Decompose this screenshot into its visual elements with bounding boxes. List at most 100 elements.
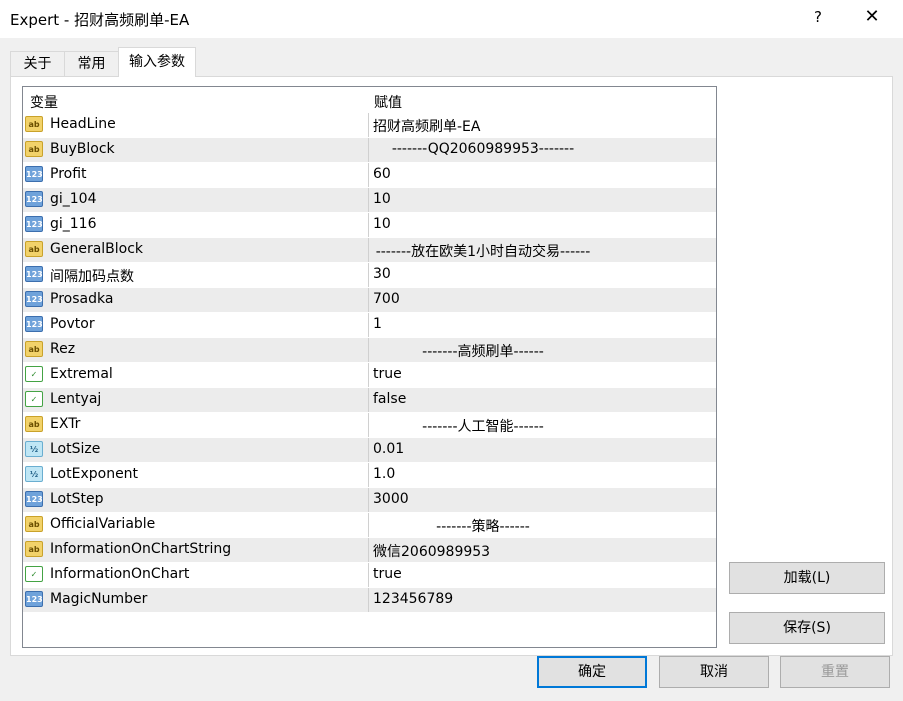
param-name: MagicNumber xyxy=(50,591,148,607)
param-name-cell[interactable]: ½ LotExponent xyxy=(23,463,369,487)
tab-inputs[interactable]: 输入参数 xyxy=(118,47,196,77)
param-value[interactable]: -------QQ2060989953------- xyxy=(368,141,598,157)
param-value[interactable]: -------高频刷单------ xyxy=(368,341,598,361)
param-value[interactable]: true xyxy=(373,566,402,582)
param-value[interactable]: 700 xyxy=(373,291,400,307)
param-name-cell[interactable]: ab BuyBlock xyxy=(23,138,369,162)
param-value[interactable]: 123456789 xyxy=(373,591,453,607)
param-value-cell[interactable]: -------策略------ xyxy=(368,513,716,537)
param-value[interactable]: 0.01 xyxy=(373,441,404,457)
param-value-cell[interactable]: 3000 xyxy=(368,488,716,512)
param-value-cell[interactable]: 10 xyxy=(368,213,716,237)
param-value[interactable]: 1.0 xyxy=(373,466,395,482)
table-row[interactable]: ½ LotExponent 1.0 xyxy=(23,462,716,487)
watermark-logo xyxy=(780,652,890,696)
param-name-cell[interactable]: 123 Prosadka xyxy=(23,288,369,312)
param-value-cell[interactable]: true xyxy=(368,363,716,387)
table-row[interactable]: ab HeadLine 招财高频刷单-EA xyxy=(23,112,716,137)
help-button[interactable]: ? xyxy=(808,8,828,26)
param-name-cell[interactable]: 123 LotStep xyxy=(23,488,369,512)
param-value[interactable]: 30 xyxy=(373,266,391,282)
param-name-cell[interactable]: 123 Povtor xyxy=(23,313,369,337)
param-name-cell[interactable]: ab GeneralBlock xyxy=(23,238,369,262)
param-value-cell[interactable]: 微信2060989953 xyxy=(368,538,716,562)
table-row[interactable]: 123 Profit 60 xyxy=(23,162,716,187)
param-name-cell[interactable]: 123 gi_116 xyxy=(23,213,369,237)
cancel-button[interactable]: 取消 xyxy=(659,656,769,688)
param-value-cell[interactable]: -------放在欧美1小时自动交易------ xyxy=(368,238,716,262)
param-value[interactable]: false xyxy=(373,391,406,407)
table-row[interactable]: 123 Povtor 1 xyxy=(23,312,716,337)
param-value-cell[interactable]: false xyxy=(368,388,716,412)
table-row[interactable]: 123 MagicNumber 123456789 xyxy=(23,587,716,612)
param-value-cell[interactable]: 123456789 xyxy=(368,588,716,612)
param-name-cell[interactable]: ab InformationOnChartString xyxy=(23,538,369,562)
param-value-cell[interactable]: -------QQ2060989953------- xyxy=(368,138,716,162)
param-value-cell[interactable]: true xyxy=(368,563,716,587)
param-value-cell[interactable]: 1 xyxy=(368,313,716,337)
param-value[interactable]: 微信2060989953 xyxy=(373,541,490,561)
param-value-cell[interactable]: 招财高频刷单-EA xyxy=(368,113,716,137)
param-name-cell[interactable]: ab EXTr xyxy=(23,413,369,437)
tab-common[interactable]: 常用 xyxy=(64,51,119,76)
load-button[interactable]: 加载(L) xyxy=(729,562,885,594)
param-name-cell[interactable]: 123 Profit xyxy=(23,163,369,187)
param-value[interactable]: 1 xyxy=(373,316,382,332)
table-row[interactable]: 123 LotStep 3000 xyxy=(23,487,716,512)
param-value-cell[interactable]: 60 xyxy=(368,163,716,187)
tab-about[interactable]: 关于 xyxy=(10,51,65,76)
param-name-cell[interactable]: ½ LotSize xyxy=(23,438,369,462)
param-value[interactable]: -------放在欧美1小时自动交易------ xyxy=(368,241,598,261)
param-value-cell[interactable]: 1.0 xyxy=(368,463,716,487)
param-name-cell[interactable]: ✓ Extremal xyxy=(23,363,369,387)
table-row[interactable]: ab GeneralBlock -------放在欧美1小时自动交易------ xyxy=(23,237,716,262)
param-value-cell[interactable]: 0.01 xyxy=(368,438,716,462)
bool-param-icon: ✓ xyxy=(25,566,43,582)
param-value[interactable]: true xyxy=(373,366,402,382)
param-name-cell[interactable]: ✓ Lentyaj xyxy=(23,388,369,412)
integer-param-icon: 123 xyxy=(25,591,43,607)
param-value[interactable]: 招财高频刷单-EA xyxy=(373,116,480,136)
param-name: InformationOnChartString xyxy=(50,541,232,557)
param-name-cell[interactable]: 123 gi_104 xyxy=(23,188,369,212)
table-row[interactable]: 123 gi_116 10 xyxy=(23,212,716,237)
param-value[interactable]: 3000 xyxy=(373,491,409,507)
double-param-icon: ½ xyxy=(25,466,43,482)
header-variable[interactable]: 变量 xyxy=(30,92,58,112)
param-value[interactable]: -------策略------ xyxy=(368,516,598,536)
param-value[interactable]: 10 xyxy=(373,216,391,232)
param-value[interactable]: 10 xyxy=(373,191,391,207)
save-button[interactable]: 保存(S) xyxy=(729,612,885,644)
param-name-cell[interactable]: 123 间隔加码点数 xyxy=(23,263,369,287)
table-row[interactable]: ✓ Lentyaj false xyxy=(23,387,716,412)
param-value[interactable]: 60 xyxy=(373,166,391,182)
param-name-cell[interactable]: ab HeadLine xyxy=(23,113,369,137)
header-value[interactable]: 赋值 xyxy=(374,92,402,112)
param-name-cell[interactable]: ab Rez xyxy=(23,338,369,362)
param-name-cell[interactable]: ✓ InformationOnChart xyxy=(23,563,369,587)
integer-param-icon: 123 xyxy=(25,316,43,332)
param-value-cell[interactable]: 700 xyxy=(368,288,716,312)
param-value-cell[interactable]: 10 xyxy=(368,188,716,212)
param-value[interactable]: -------人工智能------ xyxy=(368,416,598,436)
table-row[interactable]: 123 gi_104 10 xyxy=(23,187,716,212)
table-row[interactable]: ab InformationOnChartString 微信2060989953 xyxy=(23,537,716,562)
param-value-cell[interactable]: -------人工智能------ xyxy=(368,413,716,437)
table-row[interactable]: ab BuyBlock -------QQ2060989953------- xyxy=(23,137,716,162)
parameters-grid: 变量 赋值 ab HeadLine 招财高频刷单-EA ab BuyBlock -----… xyxy=(22,86,717,648)
param-name-cell[interactable]: 123 MagicNumber xyxy=(23,588,369,612)
table-row[interactable]: ab EXTr -------人工智能------ xyxy=(23,412,716,437)
table-row[interactable]: ✓ InformationOnChart true xyxy=(23,562,716,587)
param-value-cell[interactable]: -------高频刷单------ xyxy=(368,338,716,362)
ok-button[interactable]: 确定 xyxy=(537,656,647,688)
table-row[interactable]: ½ LotSize 0.01 xyxy=(23,437,716,462)
table-row[interactable]: 123 间隔加码点数 30 xyxy=(23,262,716,287)
table-row[interactable]: ✓ Extremal true xyxy=(23,362,716,387)
param-name: gi_104 xyxy=(50,191,97,207)
param-value-cell[interactable]: 30 xyxy=(368,263,716,287)
table-row[interactable]: ab OfficialVariable -------策略------ xyxy=(23,512,716,537)
table-row[interactable]: 123 Prosadka 700 xyxy=(23,287,716,312)
param-name-cell[interactable]: ab OfficialVariable xyxy=(23,513,369,537)
close-button[interactable]: ✕ xyxy=(860,6,884,27)
table-row[interactable]: ab Rez -------高频刷单------ xyxy=(23,337,716,362)
